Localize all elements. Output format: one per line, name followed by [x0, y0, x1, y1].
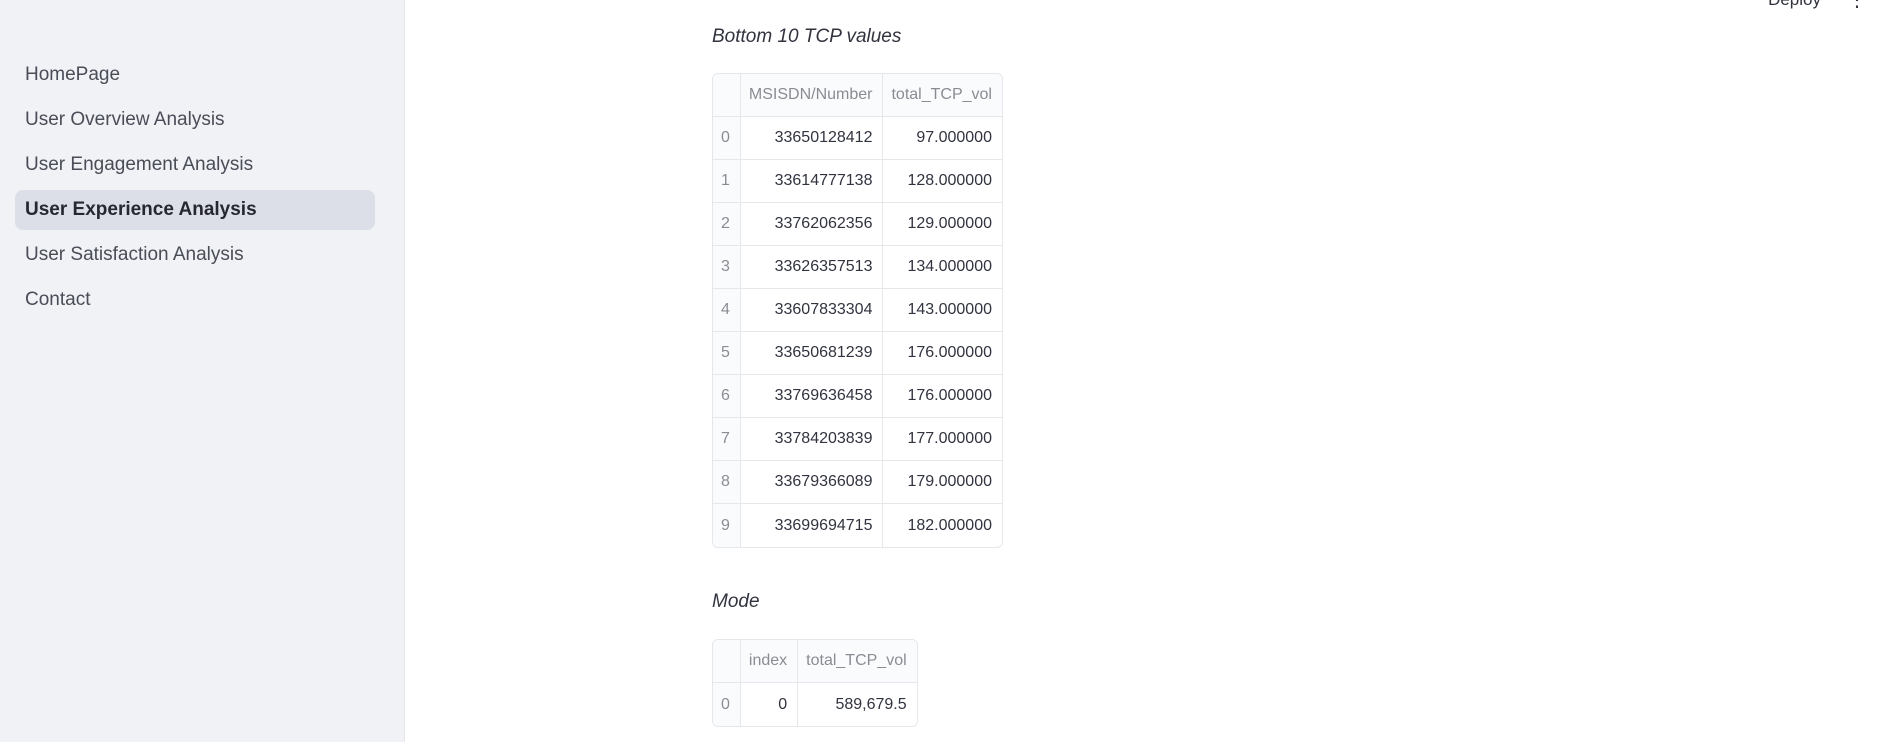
- table-cell[interactable]: 589,679.5: [798, 683, 917, 726]
- sidebar-item-user-engagement[interactable]: User Engagement Analysis: [15, 145, 375, 185]
- table-header-cell[interactable]: index: [740, 640, 799, 683]
- table-cell[interactable]: 33769636458: [740, 375, 884, 418]
- table-cell[interactable]: 33699694715: [741, 504, 884, 547]
- row-index: 8: [713, 461, 741, 504]
- sidebar-item-user-satisfaction[interactable]: User Satisfaction Analysis: [15, 235, 375, 275]
- bottom-tcp-caption: Bottom 10 TCP values: [712, 26, 902, 47]
- row-index: 0: [713, 683, 741, 726]
- table-row: 0 0 589,679.5: [713, 683, 917, 726]
- table-cell[interactable]: 33784203839: [740, 418, 884, 461]
- table-row: 5 33650681239 176.000000: [713, 332, 1002, 375]
- sidebar-nav: HomePage User Overview Analysis User Eng…: [15, 55, 375, 325]
- bottom-tcp-table[interactable]: MSISDN/Number total_TCP_vol 0 33650128412…: [712, 73, 1003, 548]
- table-cell[interactable]: 179.000000: [883, 461, 1002, 504]
- row-index: 3: [713, 246, 741, 289]
- table-cell[interactable]: 176.000000: [883, 332, 1002, 375]
- sidebar-item-label: User Satisfaction Analysis: [25, 244, 244, 265]
- table-header-cell[interactable]: total_TCP_vol: [883, 74, 1002, 117]
- table-header-cell: [713, 640, 741, 683]
- sidebar-item-label: User Engagement Analysis: [25, 154, 254, 175]
- sidebar-item-user-experience[interactable]: User Experience Analysis: [15, 190, 375, 230]
- table-header-row: MSISDN/Number total_TCP_vol: [713, 74, 1002, 117]
- table-cell[interactable]: 33626357513: [740, 246, 884, 289]
- table-cell[interactable]: 33679366089: [740, 461, 884, 504]
- table-cell[interactable]: 33762062356: [740, 203, 884, 246]
- table-cell[interactable]: 33650128412: [740, 117, 884, 160]
- table-row: 4 33607833304 143.000000: [713, 289, 1002, 332]
- table-cell[interactable]: 143.000000: [883, 289, 1002, 332]
- mode-caption: Mode: [712, 591, 760, 612]
- table-row: 3 33626357513 134.000000: [713, 246, 1002, 289]
- table-cell[interactable]: 0: [741, 683, 799, 726]
- row-index: 9: [713, 504, 741, 547]
- sidebar-item-label: HomePage: [25, 64, 121, 85]
- sidebar-item-label: User Overview Analysis: [25, 109, 225, 130]
- table-row: 1 33614777138 128.000000: [713, 160, 1002, 203]
- table-cell[interactable]: 33614777138: [740, 160, 884, 203]
- mode-table[interactable]: index total_TCP_vol 0 0 589,679.5: [712, 639, 918, 727]
- table-header-cell: [713, 74, 741, 117]
- table-header-row: index total_TCP_vol: [713, 640, 917, 683]
- sidebar-item-label: User Experience Analysis: [25, 199, 257, 220]
- row-index: 4: [713, 289, 741, 332]
- row-index: 1: [713, 160, 741, 203]
- sidebar-item-contact[interactable]: Contact: [15, 280, 375, 320]
- sidebar-item-label: Contact: [25, 289, 91, 310]
- table-cell[interactable]: 177.000000: [883, 418, 1002, 461]
- table-row: 6 33769636458 176.000000: [713, 375, 1002, 418]
- header-toolbar: Deploy ⋮: [1768, 0, 1867, 10]
- table-cell[interactable]: 182.000000: [883, 504, 1002, 547]
- table-cell[interactable]: 128.000000: [883, 160, 1002, 203]
- sidebar-item-homepage[interactable]: HomePage: [15, 55, 375, 95]
- table-row: 9 33699694715 182.000000: [713, 504, 1002, 547]
- row-index: 7: [713, 418, 741, 461]
- table-row: 8 33679366089 179.000000: [713, 461, 1002, 504]
- deploy-button[interactable]: Deploy: [1768, 0, 1821, 10]
- row-index: 6: [713, 375, 741, 418]
- sidebar: HomePage User Overview Analysis User Eng…: [0, 0, 405, 742]
- table-row: 7 33784203839 177.000000: [713, 418, 1002, 461]
- vertical-dots-icon[interactable]: ⋮: [1847, 0, 1867, 10]
- table-row: 0 33650128412 97.000000: [713, 117, 1002, 160]
- row-index: 5: [713, 332, 741, 375]
- table-row: 2 33762062356 129.000000: [713, 203, 1002, 246]
- row-index: 2: [713, 203, 741, 246]
- table-cell[interactable]: 129.000000: [883, 203, 1002, 246]
- table-header-cell[interactable]: total_TCP_vol: [798, 640, 917, 683]
- table-cell[interactable]: 33650681239: [740, 332, 884, 375]
- app: HomePage User Overview Analysis User Eng…: [0, 0, 1902, 742]
- table-cell[interactable]: 134.000000: [883, 246, 1002, 289]
- table-cell[interactable]: 33607833304: [740, 289, 884, 332]
- row-index: 0: [713, 117, 741, 160]
- table-header-cell[interactable]: MSISDN/Number: [740, 74, 884, 117]
- table-cell[interactable]: 176.000000: [883, 375, 1002, 418]
- sidebar-item-user-overview[interactable]: User Overview Analysis: [15, 100, 375, 140]
- table-cell[interactable]: 97.000000: [883, 117, 1002, 160]
